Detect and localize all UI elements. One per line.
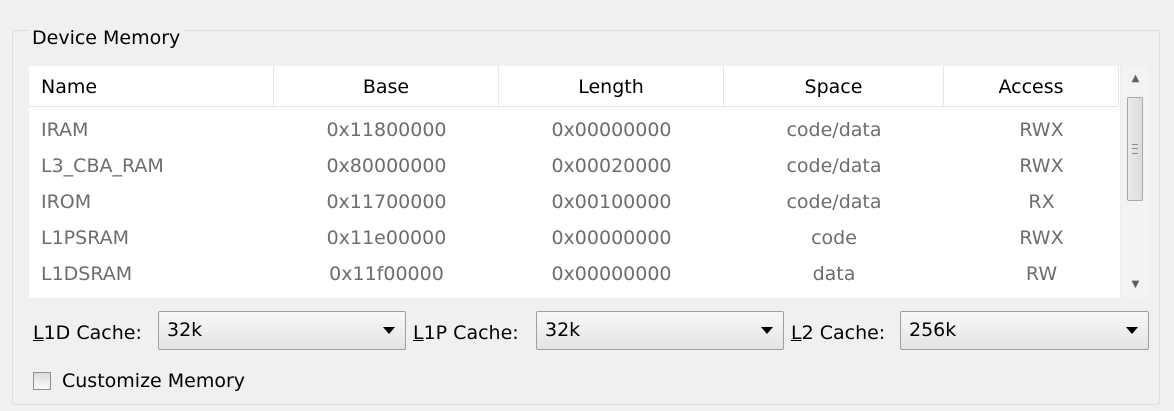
l1d-label-text: 1D Cache:	[43, 322, 142, 344]
cell-base: 0x11f00000	[329, 263, 444, 285]
table-row[interactable]: L3_CBA_RAM 0x80000000 0x00020000 code/da…	[29, 148, 1119, 184]
memory-table[interactable]: Name Base Length Space Access IRAM 0x118…	[29, 66, 1149, 298]
cell-access: RWX	[1019, 119, 1064, 141]
table-row[interactable]: L1DSRAM 0x11f00000 0x00000000 data RW	[29, 256, 1119, 292]
l1p-label-text: 1P Cache:	[423, 322, 519, 344]
arrow-up-icon[interactable]: ▲	[1121, 68, 1149, 90]
cell-access: RX	[1028, 191, 1055, 213]
l1d-cache-label: L1D Cache:	[33, 320, 142, 346]
arrow-down-icon[interactable]: ▼	[1121, 274, 1149, 296]
chevron-down-icon	[383, 327, 395, 334]
l1d-cache-value: 32k	[167, 319, 203, 341]
cell-base: 0x11700000	[326, 191, 447, 213]
l1p-mnemonic: L	[413, 322, 424, 344]
vertical-scrollbar[interactable]: ▲ ▼	[1120, 66, 1149, 298]
cell-space: code/data	[786, 119, 882, 141]
table-header: Name Base Length Space Access	[29, 66, 1119, 107]
column-header-space[interactable]: Space	[724, 66, 944, 106]
l1d-mnemonic: L	[33, 322, 44, 344]
cell-base: 0x11e00000	[326, 227, 447, 249]
table-row[interactable]: IRAM 0x11800000 0x00000000 code/data RWX	[29, 112, 1119, 148]
cell-space: code/data	[786, 155, 882, 177]
cell-space: code	[811, 227, 857, 249]
cell-base: 0x80000000	[326, 155, 447, 177]
grip-icon	[1132, 144, 1138, 154]
cell-length: 0x00000000	[551, 119, 672, 141]
column-header-base[interactable]: Base	[274, 66, 499, 106]
table-row[interactable]: IROM 0x11700000 0x00100000 code/data RX	[29, 184, 1119, 220]
cell-name: IROM	[41, 191, 92, 213]
cell-name: IRAM	[41, 119, 89, 141]
cell-length: 0x00000000	[551, 227, 672, 249]
cell-length: 0x00000000	[551, 263, 672, 285]
l1p-cache-value: 32k	[545, 319, 581, 341]
l2-cache-label: L2 Cache:	[791, 320, 885, 346]
cell-length: 0x00100000	[551, 191, 672, 213]
group-title: Device Memory	[28, 27, 185, 49]
cell-name: L1PSRAM	[41, 227, 130, 249]
cell-space: data	[812, 263, 856, 285]
l1p-cache-label: L1P Cache:	[413, 320, 519, 346]
chevron-down-icon	[761, 327, 773, 334]
cell-name: L3_CBA_RAM	[41, 155, 164, 177]
cell-access: RWX	[1019, 227, 1064, 249]
column-header-access[interactable]: Access	[944, 66, 1119, 106]
column-header-name[interactable]: Name	[41, 66, 274, 106]
l2-mnemonic: L	[791, 322, 802, 344]
l1d-cache-select[interactable]: 32k	[158, 311, 406, 350]
l1p-cache-select[interactable]: 32k	[536, 311, 784, 350]
customize-memory-label[interactable]: Customize Memory	[62, 368, 245, 394]
table-row[interactable]: L1PSRAM 0x11e00000 0x00000000 code RWX	[29, 220, 1119, 256]
l2-label-text: 2 Cache:	[801, 322, 886, 344]
l2-cache-value: 256k	[909, 319, 957, 341]
column-header-length[interactable]: Length	[499, 66, 724, 106]
customize-memory-checkbox[interactable]	[33, 372, 51, 390]
cell-access: RW	[1025, 263, 1058, 285]
cell-access: RWX	[1019, 155, 1064, 177]
cell-name: L1DSRAM	[41, 263, 133, 285]
cell-base: 0x11800000	[326, 119, 447, 141]
cell-length: 0x00020000	[551, 155, 672, 177]
l2-cache-select[interactable]: 256k	[900, 311, 1149, 350]
cell-space: code/data	[786, 191, 882, 213]
chevron-down-icon	[1126, 327, 1138, 334]
scrollbar-thumb[interactable]	[1127, 97, 1143, 201]
